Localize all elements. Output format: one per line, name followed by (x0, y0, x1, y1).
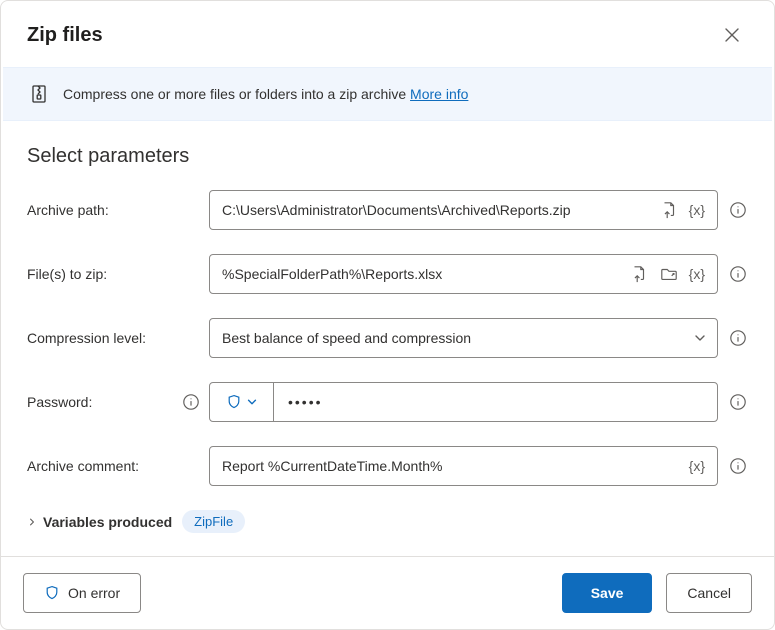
info-banner: Compress one or more files or folders in… (3, 67, 772, 121)
select-file-icon[interactable] (657, 198, 681, 222)
chevron-down-icon (246, 396, 258, 408)
archive-path-input[interactable]: C:\Users\Administrator\Documents\Archive… (209, 190, 718, 230)
banner-text: Compress one or more files or folders in… (63, 86, 410, 102)
dialog-title: Zip files (27, 24, 103, 47)
save-button[interactable]: Save (562, 573, 653, 613)
archive-comment-label: Archive comment: (27, 458, 139, 474)
variables-produced-label: Variables produced (43, 514, 172, 530)
info-icon[interactable] (728, 392, 748, 412)
archive-comment-value: Report %CurrentDateTime.Month% (222, 458, 687, 474)
insert-variable-icon[interactable]: {x} (687, 266, 707, 282)
info-icon[interactable] (728, 328, 748, 348)
files-to-zip-label: File(s) to zip: (27, 266, 107, 282)
variable-chip[interactable]: ZipFile (182, 510, 245, 533)
archive-path-label: Archive path: (27, 202, 109, 218)
chevron-down-icon (693, 331, 707, 345)
password-mode-dropdown[interactable] (210, 383, 274, 421)
more-info-link[interactable]: More info (410, 86, 468, 102)
archive-comment-input[interactable]: Report %CurrentDateTime.Month% {x} (209, 446, 718, 486)
cancel-button[interactable]: Cancel (666, 573, 752, 613)
close-icon (725, 28, 739, 42)
section-heading: Select parameters (27, 145, 748, 168)
password-value: ••••• (274, 383, 717, 421)
insert-variable-icon[interactable]: {x} (687, 202, 707, 218)
variables-produced-expander[interactable]: Variables produced (27, 514, 172, 530)
info-icon[interactable] (728, 456, 748, 476)
select-folder-icon[interactable] (657, 262, 681, 286)
password-input[interactable]: ••••• (209, 382, 718, 422)
close-button[interactable] (716, 19, 748, 51)
select-file-icon[interactable] (627, 262, 651, 286)
archive-path-value: C:\Users\Administrator\Documents\Archive… (222, 202, 657, 218)
insert-variable-icon[interactable]: {x} (687, 458, 707, 474)
compression-level-label: Compression level: (27, 330, 146, 346)
shield-icon (44, 585, 60, 601)
compression-level-select[interactable]: Best balance of speed and compression (209, 318, 718, 358)
on-error-button[interactable]: On error (23, 573, 141, 613)
files-to-zip-input[interactable]: %SpecialFolderPath%\Reports.xlsx (209, 254, 718, 294)
zip-icon (29, 84, 49, 104)
shield-icon (226, 394, 242, 410)
info-icon[interactable] (728, 264, 748, 284)
files-to-zip-value: %SpecialFolderPath%\Reports.xlsx (222, 266, 627, 282)
compression-level-value: Best balance of speed and compression (222, 330, 471, 346)
chevron-right-icon (27, 517, 37, 527)
info-icon[interactable] (181, 392, 201, 412)
password-label: Password: (27, 394, 92, 410)
on-error-label: On error (68, 585, 120, 601)
info-icon[interactable] (728, 200, 748, 220)
